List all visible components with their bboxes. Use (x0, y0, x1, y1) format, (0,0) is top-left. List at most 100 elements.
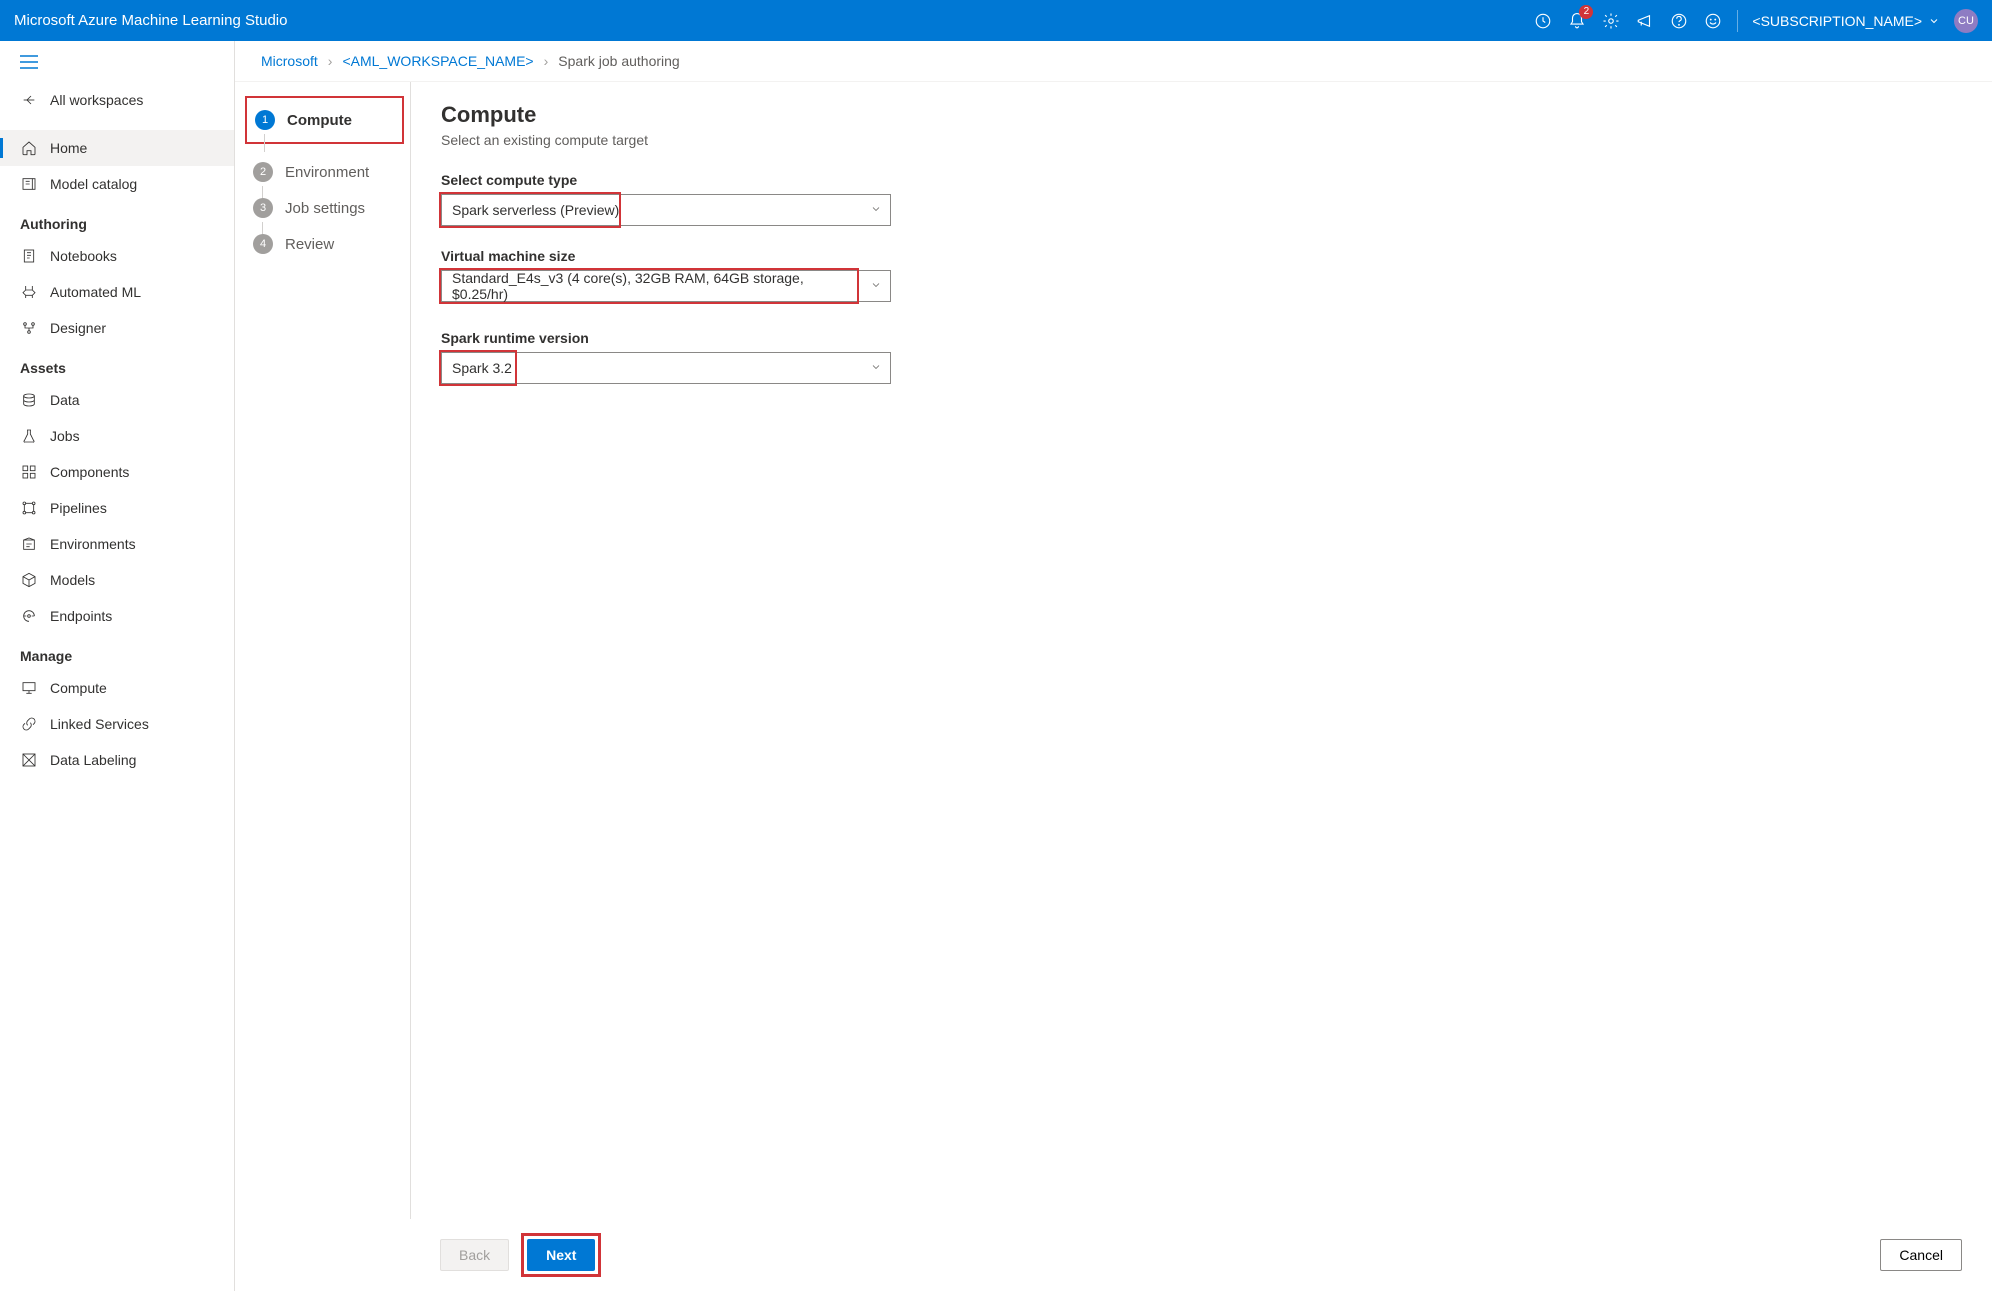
catalog-icon (20, 175, 38, 193)
nav-designer[interactable]: Designer (0, 310, 234, 346)
highlight-box: Next (521, 1233, 601, 1277)
compute-type-label: Select compute type (441, 172, 1962, 188)
pipeline-icon (20, 499, 38, 517)
cancel-button[interactable]: Cancel (1880, 1239, 1962, 1271)
topbar: Microsoft Azure Machine Learning Studio … (0, 0, 1992, 41)
data-icon (20, 391, 38, 409)
step-number: 3 (253, 198, 273, 218)
nav-label: Data (50, 392, 80, 408)
hamburger-icon[interactable] (0, 49, 234, 82)
back-button[interactable]: Back (440, 1239, 509, 1271)
step-number: 4 (253, 234, 273, 254)
nav-label: Data Labeling (50, 752, 136, 768)
arrow-left-icon (20, 91, 38, 109)
nav-label: Automated ML (50, 284, 141, 300)
chevron-down-icon (870, 360, 882, 376)
section-authoring: Authoring (0, 202, 234, 238)
components-icon (20, 463, 38, 481)
step-number: 2 (253, 162, 273, 182)
nav-data[interactable]: Data (0, 382, 234, 418)
chevron-down-icon (870, 278, 882, 294)
nav-label: Notebooks (50, 248, 117, 264)
section-manage: Manage (0, 634, 234, 670)
nav-label: Designer (50, 320, 106, 336)
divider (1737, 10, 1738, 32)
automl-icon (20, 283, 38, 301)
step-job-settings[interactable]: 3 Job settings (249, 190, 396, 226)
page-title: Compute (441, 102, 1962, 128)
compute-type-select[interactable]: Spark serverless (Preview) (441, 194, 891, 226)
page-subtitle: Select an existing compute target (441, 132, 1962, 148)
flask-icon (20, 427, 38, 445)
next-button[interactable]: Next (527, 1239, 595, 1271)
step-number: 1 (255, 110, 275, 130)
main: Microsoft › <AML_WORKSPACE_NAME> › Spark… (235, 41, 1992, 1291)
nav-label: Compute (50, 680, 107, 696)
notification-badge: 2 (1579, 5, 1593, 19)
step-review[interactable]: 4 Review (249, 226, 396, 262)
endpoint-icon (20, 607, 38, 625)
nav-label: All workspaces (50, 92, 143, 108)
subscription-name: <SUBSCRIPTION_NAME> (1752, 13, 1922, 29)
vm-size-label: Virtual machine size (441, 248, 1962, 264)
nav-label: Jobs (50, 428, 80, 444)
help-icon[interactable] (1669, 11, 1689, 31)
nav-components[interactable]: Components (0, 454, 234, 490)
home-icon (20, 139, 38, 157)
nav-label: Linked Services (50, 716, 149, 732)
nav-pipelines[interactable]: Pipelines (0, 490, 234, 526)
select-value: Standard_E4s_v3 (4 core(s), 32GB RAM, 64… (452, 270, 860, 302)
clock-icon[interactable] (1533, 11, 1553, 31)
link-icon (20, 715, 38, 733)
select-value: Spark 3.2 (452, 360, 512, 376)
nav-automated-ml[interactable]: Automated ML (0, 274, 234, 310)
notebook-icon (20, 247, 38, 265)
nav-notebooks[interactable]: Notebooks (0, 238, 234, 274)
runtime-select[interactable]: Spark 3.2 (441, 352, 891, 384)
step-compute[interactable]: 1 Compute (251, 102, 394, 138)
nav-label: Models (50, 572, 95, 588)
cube-icon (20, 571, 38, 589)
avatar[interactable]: CU (1954, 9, 1978, 33)
step-environment[interactable]: 2 Environment (249, 154, 396, 190)
designer-icon (20, 319, 38, 337)
nav-compute[interactable]: Compute (0, 670, 234, 706)
nav-label: Home (50, 140, 87, 156)
wizard-footer: Back Next Cancel (410, 1219, 1992, 1291)
chevron-right-icon: › (544, 53, 549, 69)
breadcrumb-root[interactable]: Microsoft (261, 53, 318, 69)
runtime-label: Spark runtime version (441, 330, 1962, 346)
vm-size-select[interactable]: Standard_E4s_v3 (4 core(s), 32GB RAM, 64… (441, 270, 891, 302)
megaphone-icon[interactable] (1635, 11, 1655, 31)
step-label: Environment (285, 164, 369, 181)
step-label: Job settings (285, 200, 365, 217)
step-label: Review (285, 236, 334, 253)
section-assets: Assets (0, 346, 234, 382)
gear-icon[interactable] (1601, 11, 1621, 31)
nav-data-labeling[interactable]: Data Labeling (0, 742, 234, 778)
subscription-picker[interactable]: <SUBSCRIPTION_NAME> (1752, 13, 1940, 29)
smile-icon[interactable] (1703, 11, 1723, 31)
bell-icon[interactable]: 2 (1567, 11, 1587, 31)
environment-icon (20, 535, 38, 553)
label-icon (20, 751, 38, 769)
monitor-icon (20, 679, 38, 697)
nav-endpoints[interactable]: Endpoints (0, 598, 234, 634)
nav-label: Environments (50, 536, 136, 552)
app-title: Microsoft Azure Machine Learning Studio (14, 12, 287, 29)
nav-all-workspaces[interactable]: All workspaces (0, 82, 234, 118)
chevron-right-icon: › (328, 53, 333, 69)
chevron-down-icon (870, 202, 882, 218)
breadcrumb-current: Spark job authoring (558, 53, 679, 69)
breadcrumb-workspace[interactable]: <AML_WORKSPACE_NAME> (342, 53, 533, 69)
nav-model-catalog[interactable]: Model catalog (0, 166, 234, 202)
nav-environments[interactable]: Environments (0, 526, 234, 562)
nav-label: Components (50, 464, 129, 480)
stepper: 1 Compute 2 Environment 3 Job settings (235, 82, 411, 1291)
nav-jobs[interactable]: Jobs (0, 418, 234, 454)
nav-label: Model catalog (50, 176, 137, 192)
breadcrumb: Microsoft › <AML_WORKSPACE_NAME> › Spark… (235, 41, 1992, 82)
nav-home[interactable]: Home (0, 130, 234, 166)
nav-models[interactable]: Models (0, 562, 234, 598)
nav-linked-services[interactable]: Linked Services (0, 706, 234, 742)
